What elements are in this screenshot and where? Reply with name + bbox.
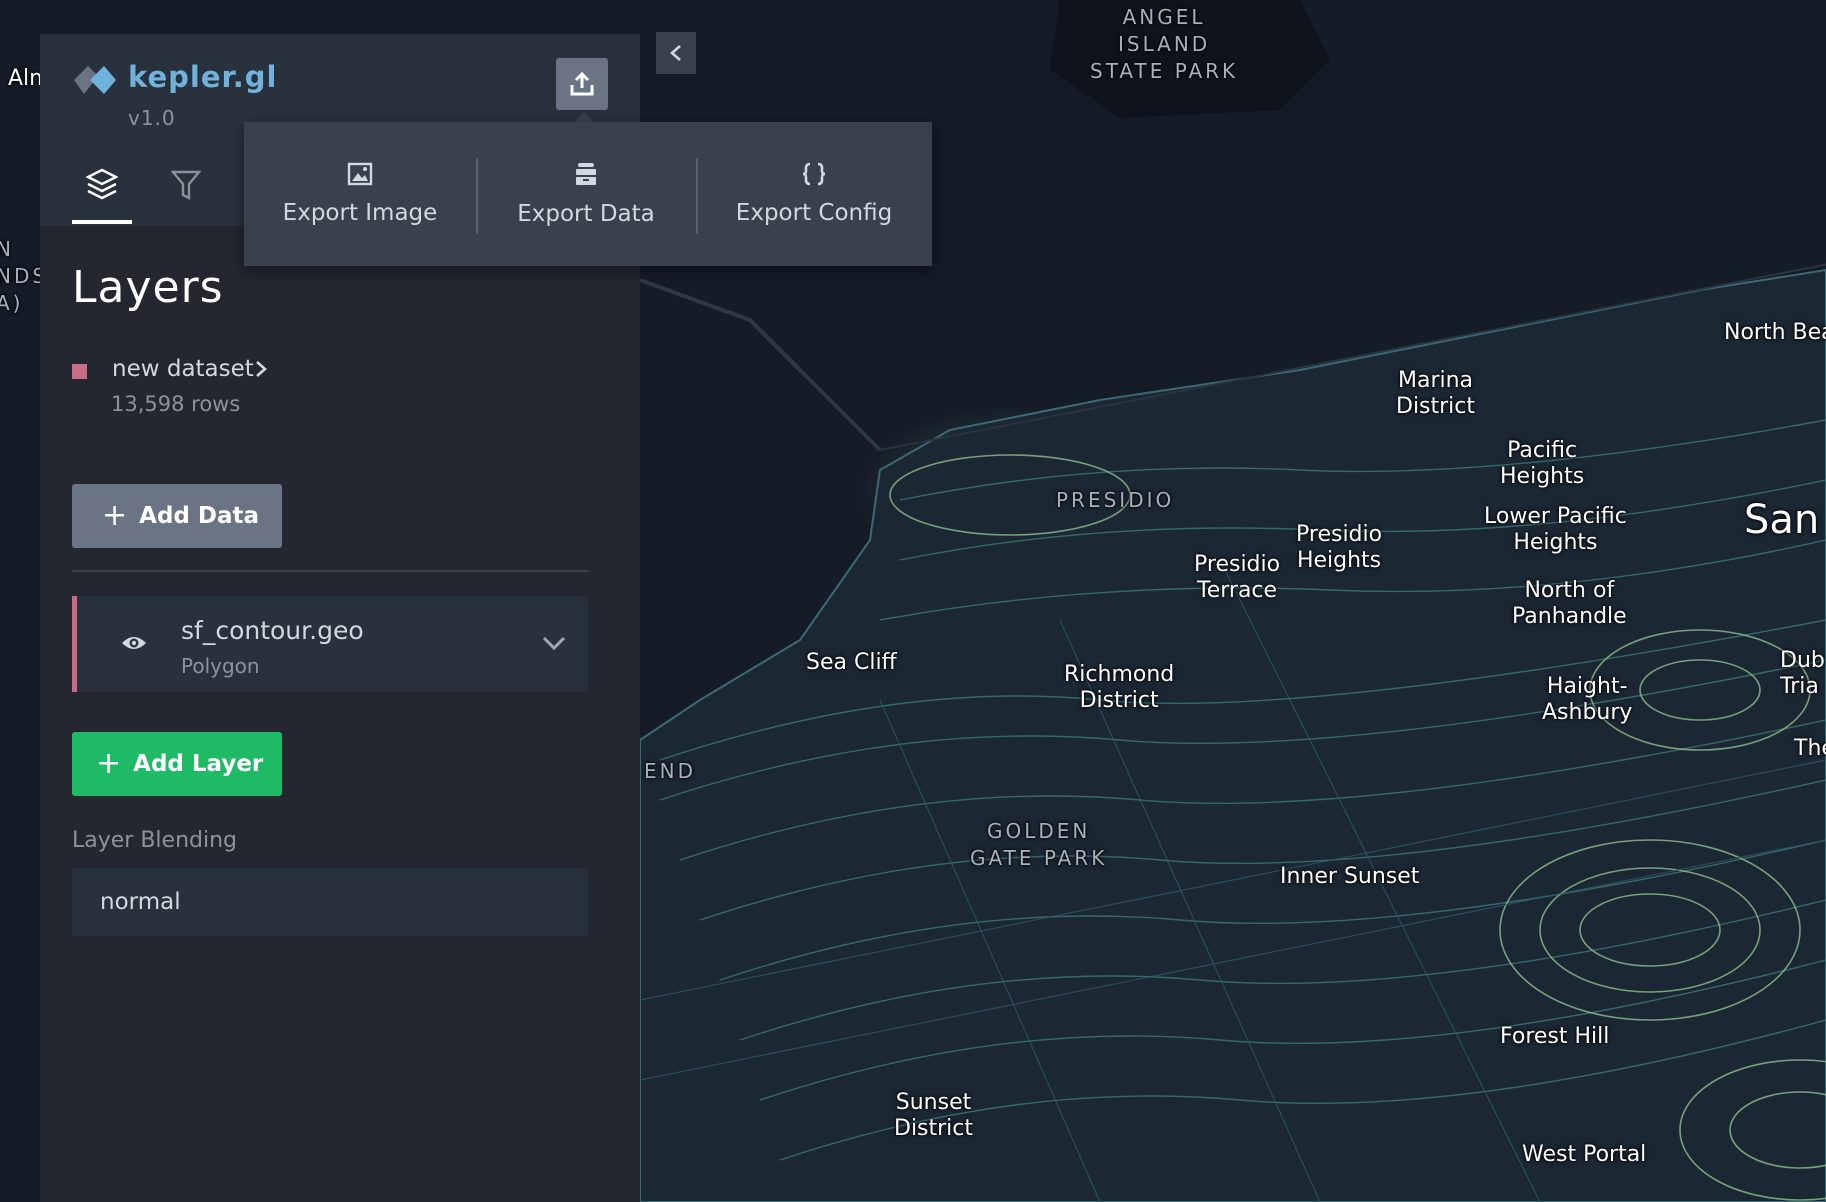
export-menu: Export Image Export Data Export Config <box>244 122 932 266</box>
layer-blending-value: normal <box>100 889 181 915</box>
app-version: v1.0 <box>128 106 176 130</box>
map-label-haight: Haight- Ashbury <box>1542 674 1633 725</box>
image-icon <box>347 162 373 186</box>
collapse-panel-button[interactable] <box>656 32 696 74</box>
layers-icon <box>86 168 118 200</box>
land-shape <box>639 268 1826 1202</box>
map-label-pacific-heights: Pacific Heights <box>1500 438 1585 489</box>
add-data-button[interactable]: + Add Data <box>72 484 282 548</box>
export-button[interactable] <box>556 58 608 110</box>
add-layer-button[interactable]: + Add Layer <box>72 732 282 796</box>
layer-blending-select[interactable]: normal <box>72 868 588 936</box>
braces-icon <box>802 162 826 186</box>
upload-icon <box>570 71 594 96</box>
map-label-west-portal: West Portal <box>1522 1142 1647 1167</box>
map-label-lower-pacific: Lower Pacific Heights <box>1484 504 1627 555</box>
tab-filters[interactable] <box>156 168 216 224</box>
map-label-golden-gate: GOLDEN GATE PARK <box>970 819 1108 870</box>
map-label-dub: Dub Tria <box>1780 648 1825 699</box>
app-name: kepler.gl <box>128 60 278 94</box>
dataset-name[interactable]: new dataset <box>112 356 254 382</box>
layer-card[interactable]: sf_contour.geo Polygon <box>72 596 588 692</box>
map-label-inner-sunset: Inner Sunset <box>1280 864 1420 889</box>
filter-icon <box>171 170 201 200</box>
export-image-button[interactable]: Export Image <box>244 122 476 266</box>
add-layer-label: Add Layer <box>133 751 264 777</box>
plus-icon: + <box>102 498 128 533</box>
chevron-down-icon[interactable] <box>541 634 567 652</box>
layers-title: Layers <box>72 262 224 313</box>
export-config-button[interactable]: Export Config <box>696 122 932 266</box>
tab-layers[interactable] <box>72 168 132 224</box>
map-label-sea-cliff: Sea Cliff <box>806 650 897 675</box>
map-label-presidio: PRESIDIO <box>1056 488 1175 512</box>
layer-name: sf_contour.geo <box>181 616 364 645</box>
export-menu-caret <box>574 112 594 122</box>
map-label-san-francisco: San F <box>1744 497 1820 543</box>
map-label-north-panhandle: North of Panhandle <box>1512 578 1627 629</box>
export-data-label: Export Data <box>517 201 655 227</box>
add-data-label: Add Data <box>139 503 260 529</box>
export-data-button[interactable]: Export Data <box>476 122 696 266</box>
eye-icon[interactable] <box>121 634 147 652</box>
dataset-row-count: 13,598 rows <box>111 392 241 416</box>
map-label-sunset: Sunset District <box>894 1090 974 1141</box>
database-icon <box>576 163 596 185</box>
map-label-marina: Marina District <box>1396 368 1476 419</box>
kepler-logo-icon <box>74 66 116 94</box>
map-label-end: END <box>644 759 696 783</box>
map-label-presidio-terrace: Presidio Terrace <box>1194 552 1281 603</box>
map-label-presidio-heights: Presidio Heights <box>1296 522 1383 573</box>
layer-blending-label: Layer Blending <box>72 828 237 853</box>
map-label-richmond: Richmond District <box>1064 662 1175 713</box>
layer-type: Polygon <box>181 654 260 678</box>
map-label-angel-island: ANGEL ISLAND STATE PARK <box>1090 5 1239 83</box>
chevron-left-icon <box>670 45 681 61</box>
map-label-forest-hill: Forest Hill <box>1500 1024 1610 1049</box>
panel-divider <box>72 570 588 572</box>
plus-icon: + <box>96 746 122 781</box>
dataset-color-swatch <box>72 364 87 379</box>
chevron-right-icon[interactable] <box>253 359 269 379</box>
map-label-north-beach: North Bea <box>1724 320 1826 345</box>
export-image-label: Export Image <box>282 200 438 226</box>
map-label-the: The <box>1794 736 1826 761</box>
export-config-label: Export Config <box>735 200 893 226</box>
